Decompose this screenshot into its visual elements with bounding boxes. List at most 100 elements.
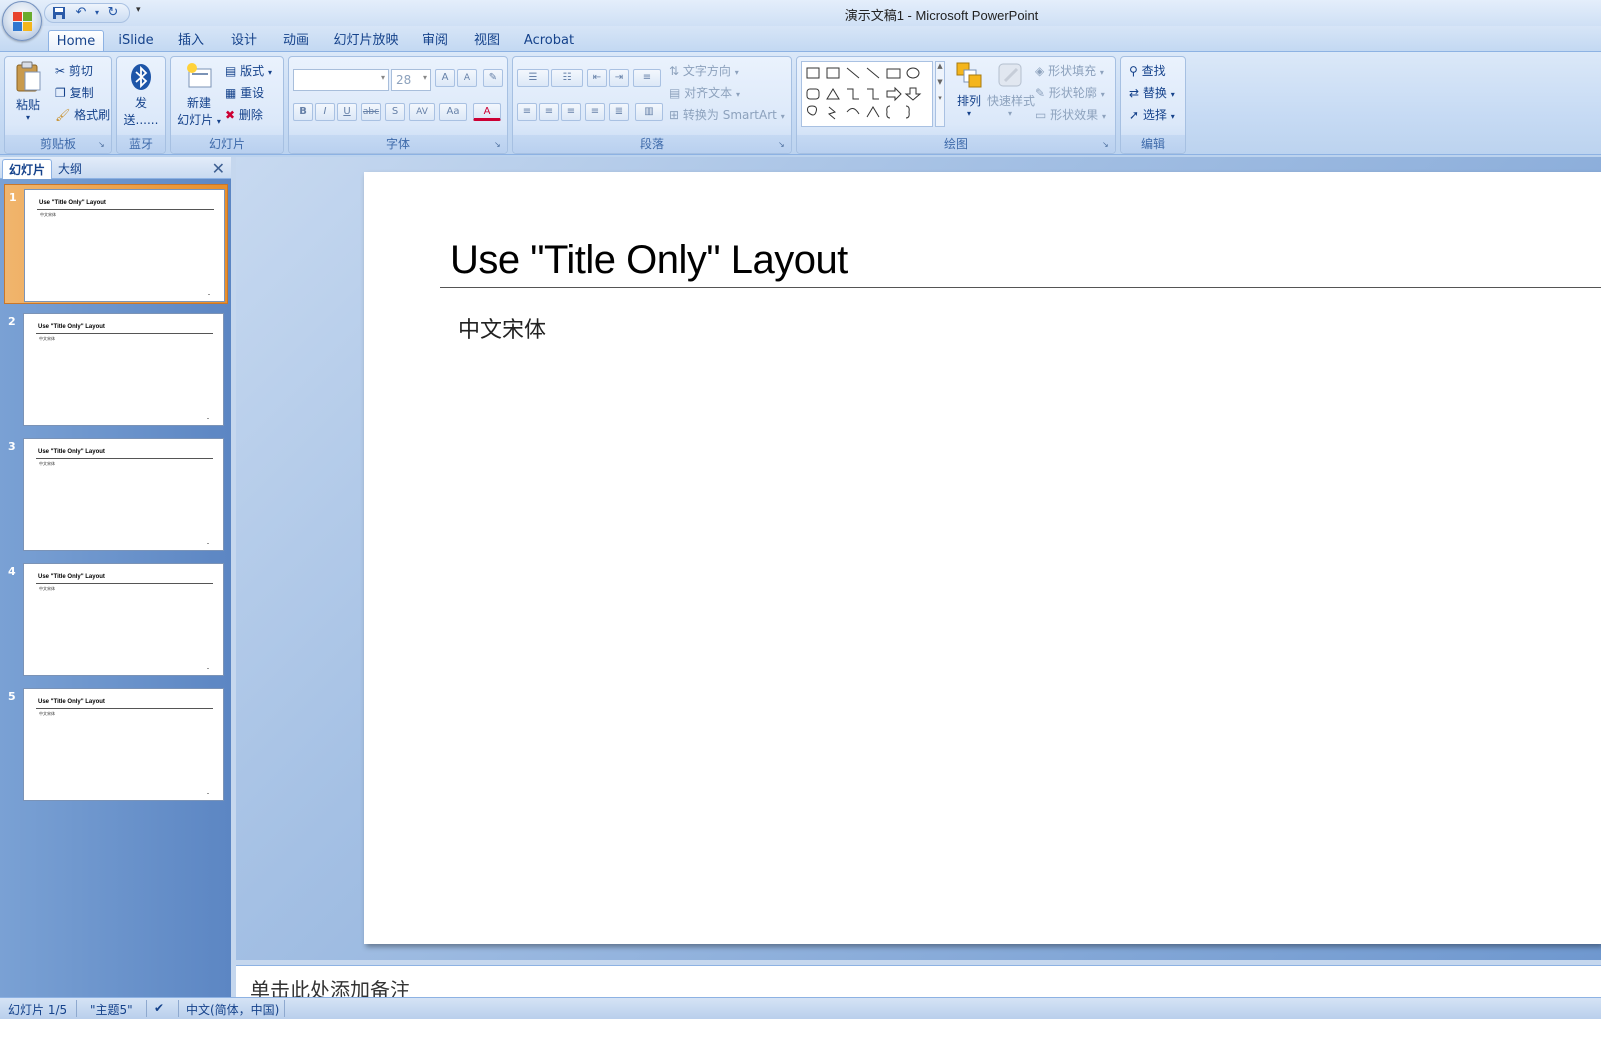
align-left-button[interactable]: ≡ bbox=[517, 103, 537, 121]
align-text-icon: ▤ bbox=[669, 86, 681, 100]
dialog-launcher-icon[interactable]: ↘ bbox=[1102, 140, 1112, 150]
shape-effects-button[interactable]: ▭ 形状效果 ▾ bbox=[1035, 106, 1106, 123]
columns-button[interactable]: ▥ bbox=[635, 103, 663, 121]
align-center-button[interactable]: ≡ bbox=[539, 103, 559, 121]
distributed-button[interactable]: ≣ bbox=[609, 103, 629, 121]
layout-icon: ▤ bbox=[225, 64, 237, 78]
new-slide-button[interactable]: 新建 幻灯片 ▾ bbox=[175, 61, 223, 128]
slide-thumbnail[interactable]: 4 Use "Title Only" Layout 中文宋体 bbox=[4, 559, 228, 679]
gallery-scroll[interactable]: ▲ ▼ ▾ bbox=[935, 61, 945, 127]
slide-thumbnail[interactable]: 3 Use "Title Only" Layout 中文宋体 bbox=[4, 434, 228, 554]
close-icon[interactable]: ✕ bbox=[212, 159, 225, 178]
text-direction-button[interactable]: ⇅ 文字方向 ▾ bbox=[669, 62, 739, 79]
align-text-button[interactable]: ▤ 对齐文本 ▾ bbox=[669, 84, 740, 101]
editing-group-label: 编辑 bbox=[1121, 135, 1185, 153]
tab-acrobat[interactable]: Acrobat bbox=[516, 30, 582, 52]
tab-insert[interactable]: 插入 bbox=[168, 30, 214, 52]
tab-animations[interactable]: 动画 bbox=[272, 30, 320, 52]
slide-title[interactable]: Use "Title Only" Layout bbox=[450, 238, 848, 283]
shapes-gallery[interactable] bbox=[801, 61, 933, 127]
strikethrough-button[interactable]: abc bbox=[361, 103, 381, 121]
numbering-button[interactable]: ☷ bbox=[551, 69, 583, 87]
spellcheck-icon[interactable]: ✔ bbox=[154, 1001, 164, 1015]
shapes-icon bbox=[806, 67, 922, 120]
change-case-button[interactable]: Aa bbox=[439, 103, 467, 121]
bluetooth-icon bbox=[131, 64, 151, 90]
scissors-icon: ✂ bbox=[55, 64, 66, 78]
tab-slideshow[interactable]: 幻灯片放映 bbox=[326, 30, 406, 52]
cut-button[interactable]: ✂ 剪切 bbox=[55, 62, 93, 79]
chevron-down-icon: ▾ bbox=[422, 73, 427, 82]
slide-canvas[interactable]: Use "Title Only" Layout 中文宋体 bbox=[364, 172, 1601, 944]
shape-fill-button[interactable]: ◈ 形状填充 ▾ bbox=[1035, 62, 1104, 79]
bullets-button[interactable]: ☰ bbox=[517, 69, 549, 87]
slide-thumbnail[interactable]: 2 Use "Title Only" Layout 中文宋体 bbox=[4, 309, 228, 429]
pen-icon: ✎ bbox=[1035, 86, 1046, 100]
drawing-group-label: 绘图 bbox=[797, 135, 1115, 153]
decrease-indent-button[interactable]: ⇤ bbox=[587, 69, 607, 87]
clear-format-button[interactable]: ✎ bbox=[483, 69, 503, 87]
slides-group: 新建 幻灯片 ▾ ▤ 版式 ▾ ▦ 重设 ✖ 删除 幻灯片 bbox=[170, 56, 284, 154]
tab-view[interactable]: 视图 bbox=[464, 30, 510, 52]
underline-button[interactable]: U bbox=[337, 103, 357, 121]
title-bar: ↶ ▾ ↻ ▾ 演示文稿1 - Microsoft PowerPoint bbox=[0, 0, 1601, 26]
brush-icon: 🖌 bbox=[55, 108, 71, 122]
slide-editor: Use "Title Only" Layout 中文宋体 bbox=[236, 157, 1601, 960]
format-painter-button[interactable]: 🖌 格式刷 bbox=[55, 106, 110, 123]
paste-button[interactable]: 粘贴 ▾ bbox=[11, 61, 45, 122]
slide-thumbnail[interactable]: 1 Use "Title Only" Layout 中文宋体 bbox=[4, 184, 228, 304]
select-button[interactable]: ➚ 选择 ▾ bbox=[1129, 106, 1175, 123]
dialog-launcher-icon[interactable]: ↘ bbox=[778, 140, 788, 150]
dialog-launcher-icon[interactable]: ↘ bbox=[98, 140, 108, 150]
tab-outline[interactable]: 大纲 bbox=[52, 159, 88, 179]
arrange-button[interactable]: 排列 ▾ bbox=[951, 61, 987, 118]
font-color-button[interactable]: A bbox=[473, 103, 501, 121]
bold-button[interactable]: B bbox=[293, 103, 313, 121]
bluetooth-group-label: 蓝牙 bbox=[117, 135, 165, 153]
shadow-button[interactable]: S bbox=[385, 103, 405, 121]
reset-button[interactable]: ▦ 重设 bbox=[225, 84, 264, 101]
tab-islide[interactable]: iSlide bbox=[110, 30, 162, 52]
language-indicator[interactable]: 中文(简体，中国) bbox=[186, 1001, 279, 1018]
thumbnail-preview: Use "Title Only" Layout 中文宋体 bbox=[23, 438, 224, 551]
thumbnail-preview: Use "Title Only" Layout 中文宋体 bbox=[23, 688, 224, 801]
tab-review[interactable]: 审阅 bbox=[412, 30, 458, 52]
layout-button[interactable]: ▤ 版式 ▾ bbox=[225, 62, 272, 79]
italic-button[interactable]: I bbox=[315, 103, 335, 121]
font-size-select[interactable]: 28 ▾ bbox=[391, 69, 431, 91]
replace-button[interactable]: ⇄ 替换 ▾ bbox=[1129, 84, 1175, 101]
dialog-launcher-icon[interactable]: ↘ bbox=[494, 140, 504, 150]
paragraph-group: ☰ ☷ ⇤ ⇥ ≡ ≡ ≡ ≡ ≡ ≣ ▥ ⇅ 文字方向 ▾ ▤ 对齐文本 ▾ … bbox=[512, 56, 792, 154]
tab-design[interactable]: 设计 bbox=[220, 30, 268, 52]
char-spacing-button[interactable]: AV bbox=[409, 103, 435, 121]
screen-bottom bbox=[0, 1019, 1601, 1039]
notes-placeholder[interactable]: 单击此处添加备注 bbox=[250, 974, 410, 997]
slide-body-text[interactable]: 中文宋体 bbox=[458, 312, 546, 344]
quick-styles-button[interactable]: 快速样式 ▾ bbox=[987, 61, 1035, 118]
convert-smartart-button[interactable]: ⊞ 转换为 SmartArt ▾ bbox=[669, 106, 785, 123]
font-name-select[interactable]: ▾ bbox=[293, 69, 389, 91]
justify-button[interactable]: ≡ bbox=[585, 103, 605, 121]
chevron-down-icon: ▾ bbox=[380, 73, 385, 82]
line-spacing-button[interactable]: ≡ bbox=[633, 69, 661, 87]
increase-indent-button[interactable]: ⇥ bbox=[609, 69, 629, 87]
thumbnail-preview: Use "Title Only" Layout 中文宋体 bbox=[23, 313, 224, 426]
office-logo-icon bbox=[13, 12, 33, 32]
shrink-font-button[interactable]: A bbox=[457, 69, 477, 87]
grow-font-button[interactable]: A bbox=[435, 69, 455, 87]
thumbnail-preview: Use "Title Only" Layout 中文宋体 bbox=[23, 563, 224, 676]
align-right-button[interactable]: ≡ bbox=[561, 103, 581, 121]
notes-pane[interactable]: 单击此处添加备注 bbox=[236, 965, 1601, 997]
paste-label: 粘贴 bbox=[15, 98, 40, 112]
tab-slides[interactable]: 幻灯片 bbox=[2, 159, 53, 179]
slide-thumbnail[interactable]: 5 Use "Title Only" Layout 中文宋体 bbox=[4, 684, 228, 804]
shape-outline-button[interactable]: ✎ 形状轮廓 ▾ bbox=[1035, 84, 1105, 101]
ribbon: 粘贴 ▾ ✂ 剪切 ❐ 复制 🖌 格式刷 剪贴板 ↘ 发 送...... 蓝牙 … bbox=[0, 51, 1601, 155]
bluetooth-send-button[interactable]: 发 送...... bbox=[121, 63, 161, 128]
office-button[interactable] bbox=[2, 1, 42, 41]
tab-home[interactable]: Home bbox=[48, 30, 104, 52]
delete-slide-button[interactable]: ✖ 删除 bbox=[225, 106, 263, 123]
copy-button[interactable]: ❐ 复制 bbox=[55, 84, 94, 101]
find-button[interactable]: ⚲ 查找 bbox=[1129, 62, 1166, 79]
reset-icon: ▦ bbox=[225, 86, 237, 100]
